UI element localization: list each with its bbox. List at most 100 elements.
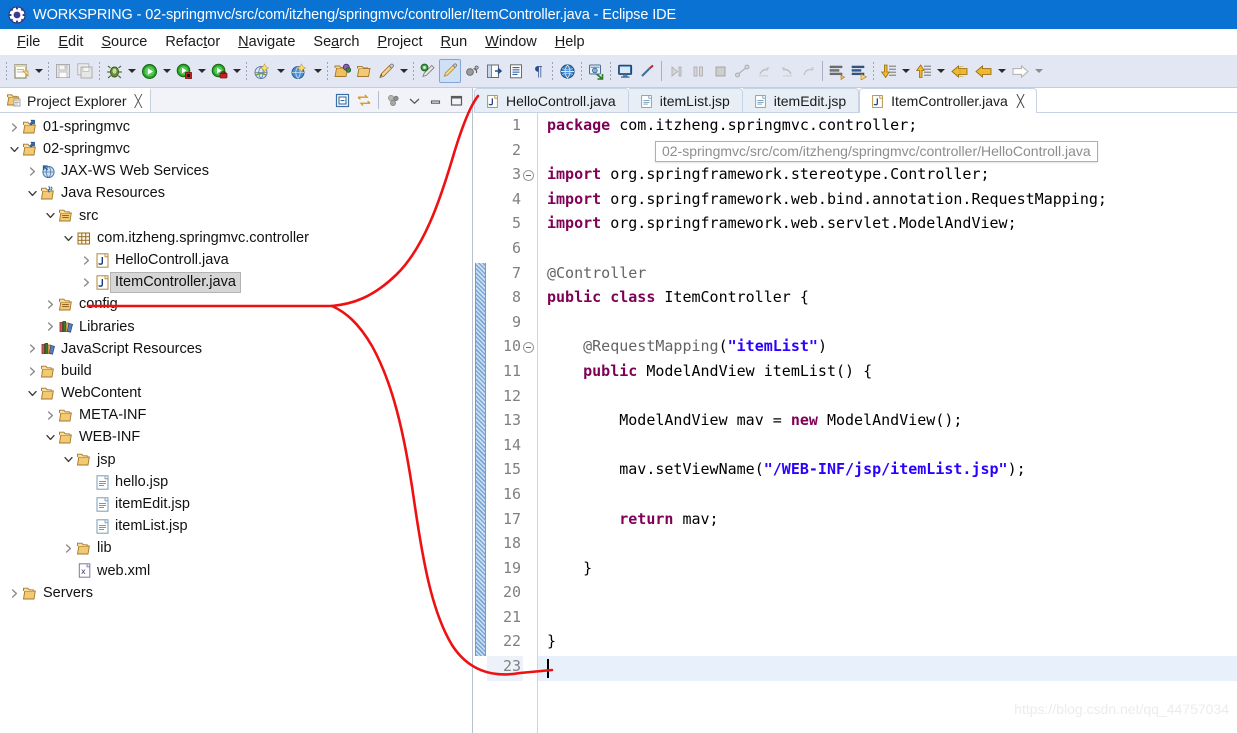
menu-refactor[interactable]: Refactor xyxy=(156,32,229,52)
tree-item-itemcontroller-java[interactable]: ItemController.java xyxy=(0,271,472,293)
chevron-right-icon[interactable] xyxy=(80,271,93,293)
editor-tab-itemedit-jsp[interactable]: itemEdit.jsp xyxy=(742,88,860,113)
up-arrow-icon[interactable] xyxy=(912,59,934,83)
project-tree[interactable]: 01-springmvc 02-springmvc JAX-WS Web Ser… xyxy=(0,113,472,732)
link-with-editor-icon[interactable] xyxy=(354,91,373,110)
tree-item-itemedit-jsp[interactable]: itemEdit.jsp xyxy=(0,493,472,515)
up-arrow-dropdown-icon[interactable] xyxy=(934,59,947,83)
tree-item-java-resources[interactable]: Java Resources xyxy=(0,183,472,205)
tree-item-meta-inf[interactable]: META-INF xyxy=(0,404,472,426)
external-browser-icon[interactable] xyxy=(585,59,607,83)
menu-edit[interactable]: Edit xyxy=(49,32,92,52)
new-server-icon[interactable] xyxy=(287,59,311,83)
debug-dropdown-icon[interactable] xyxy=(125,59,138,83)
run-external-tools-icon[interactable] xyxy=(173,59,195,83)
tree-item-com-itzheng-springmvc-controller[interactable]: com.itzheng.springmvc.controller xyxy=(0,227,472,249)
chevron-down-icon[interactable] xyxy=(62,449,75,471)
web-browser-icon[interactable] xyxy=(556,59,578,83)
new-dynamic-web-project-dropdown-icon[interactable] xyxy=(274,59,287,83)
toggle-mark-occurrences-icon[interactable] xyxy=(439,59,461,83)
open-perspective-icon[interactable] xyxy=(483,59,505,83)
menu-project[interactable]: Project xyxy=(368,32,431,52)
edit-icon[interactable] xyxy=(375,59,397,83)
chevron-right-icon[interactable] xyxy=(8,116,21,138)
back-icon[interactable] xyxy=(947,59,971,83)
editor-tab-row[interactable]: HelloControll.java itemList.jsp itemEdit… xyxy=(474,88,1237,114)
chevron-right-icon[interactable] xyxy=(8,582,21,604)
chevron-right-icon[interactable] xyxy=(26,338,39,360)
coverage-icon[interactable] xyxy=(208,59,230,83)
skip-breakpoints-icon[interactable] xyxy=(461,59,483,83)
run-icon[interactable] xyxy=(138,59,160,83)
run-dropdown-icon[interactable] xyxy=(160,59,173,83)
down-arrow-icon[interactable] xyxy=(877,59,899,83)
restart-icon[interactable] xyxy=(797,59,819,83)
edit-dropdown-icon[interactable] xyxy=(397,59,410,83)
chevron-right-icon[interactable] xyxy=(62,538,75,560)
pilcrow-icon[interactable]: ¶ xyxy=(527,59,549,83)
cancel-icon[interactable] xyxy=(636,59,658,83)
menu-help[interactable]: Help xyxy=(546,32,594,52)
coverage-dropdown-icon[interactable] xyxy=(230,59,243,83)
tree-item-hellocontroll-java[interactable]: HelloControll.java xyxy=(0,249,472,271)
view-menu-icon[interactable] xyxy=(405,91,424,110)
menu-file[interactable]: File xyxy=(8,32,49,52)
tree-item-02-springmvc[interactable]: 02-springmvc xyxy=(0,138,472,160)
new-server-dropdown-icon[interactable] xyxy=(311,59,324,83)
chevron-right-icon[interactable] xyxy=(26,160,39,182)
debug-icon[interactable] xyxy=(103,59,125,83)
chevron-down-icon[interactable] xyxy=(26,382,39,404)
maximize-icon[interactable] xyxy=(447,91,466,110)
chevron-down-icon[interactable] xyxy=(44,205,57,227)
tree-item-01-springmvc[interactable]: 01-springmvc xyxy=(0,116,472,138)
fold-collapse-icon[interactable] xyxy=(523,342,534,354)
disconnect-icon[interactable] xyxy=(731,59,753,83)
chevron-right-icon[interactable] xyxy=(44,405,57,427)
editor-tab-hellocontroll-java[interactable]: HelloControll.java xyxy=(474,88,629,113)
forward-dropdown-icon[interactable] xyxy=(1032,59,1045,83)
tree-item-itemlist-jsp[interactable]: itemList.jsp xyxy=(0,515,472,537)
chevron-right-icon[interactable] xyxy=(44,316,57,338)
tree-item-config[interactable]: config xyxy=(0,294,472,316)
open-task-icon[interactable] xyxy=(353,59,375,83)
code-editor[interactable]: 1 2 3 4 5 6 7 8 9 10 11 12 13 14 15 16 17 18 19 20 21 22 23 pa… xyxy=(474,113,1237,733)
chevron-right-icon[interactable] xyxy=(26,360,39,382)
chevron-down-icon[interactable] xyxy=(8,138,21,160)
tree-item-jsp[interactable]: jsp xyxy=(0,449,472,471)
fold-collapse-icon[interactable] xyxy=(523,170,534,182)
save-all-icon[interactable] xyxy=(74,59,96,83)
tree-item-javascript-resources[interactable]: JavaScript Resources xyxy=(0,338,472,360)
new-dynamic-web-project-icon[interactable] xyxy=(250,59,274,83)
terminate-icon[interactable] xyxy=(709,59,731,83)
new-wizard-icon[interactable] xyxy=(10,59,32,83)
menu-search[interactable]: Search xyxy=(304,32,368,52)
menu-window[interactable]: Window xyxy=(476,32,546,52)
back-history-icon[interactable] xyxy=(971,59,995,83)
tree-item-servers[interactable]: Servers xyxy=(0,582,472,604)
tree-item-web-xml[interactable]: x web.xml xyxy=(0,560,472,582)
tree-item-hello-jsp[interactable]: hello.jsp xyxy=(0,471,472,493)
chevron-down-icon[interactable] xyxy=(44,427,57,449)
menu-source[interactable]: Source xyxy=(92,32,156,52)
tree-item-build[interactable]: build xyxy=(0,360,472,382)
editor-tab-itemlist-jsp[interactable]: itemList.jsp xyxy=(628,88,743,113)
tree-item-libraries[interactable]: Libraries xyxy=(0,316,472,338)
step-return-icon[interactable] xyxy=(753,59,775,83)
menu-run[interactable]: Run xyxy=(432,32,477,52)
search-icon[interactable] xyxy=(417,59,439,83)
next-annotation-icon[interactable] xyxy=(826,59,848,83)
tree-item-web-inf[interactable]: WEB-INF xyxy=(0,427,472,449)
chevron-right-icon[interactable] xyxy=(80,249,93,271)
tree-item-src[interactable]: src xyxy=(0,205,472,227)
step-into-icon[interactable] xyxy=(665,59,687,83)
open-type-icon[interactable] xyxy=(331,59,353,83)
forward-icon[interactable] xyxy=(1008,59,1032,83)
previous-annotation-icon[interactable] xyxy=(848,59,870,83)
new-wizard-dropdown-icon[interactable] xyxy=(32,59,45,83)
close-icon[interactable]: ╳ xyxy=(1017,94,1024,108)
tree-item-jax-ws-web-services[interactable]: JAX-WS Web Services xyxy=(0,160,472,182)
chevron-down-icon[interactable] xyxy=(62,227,75,249)
run-external-tools-dropdown-icon[interactable] xyxy=(195,59,208,83)
down-arrow-dropdown-icon[interactable] xyxy=(899,59,912,83)
tree-item-lib[interactable]: lib xyxy=(0,538,472,560)
